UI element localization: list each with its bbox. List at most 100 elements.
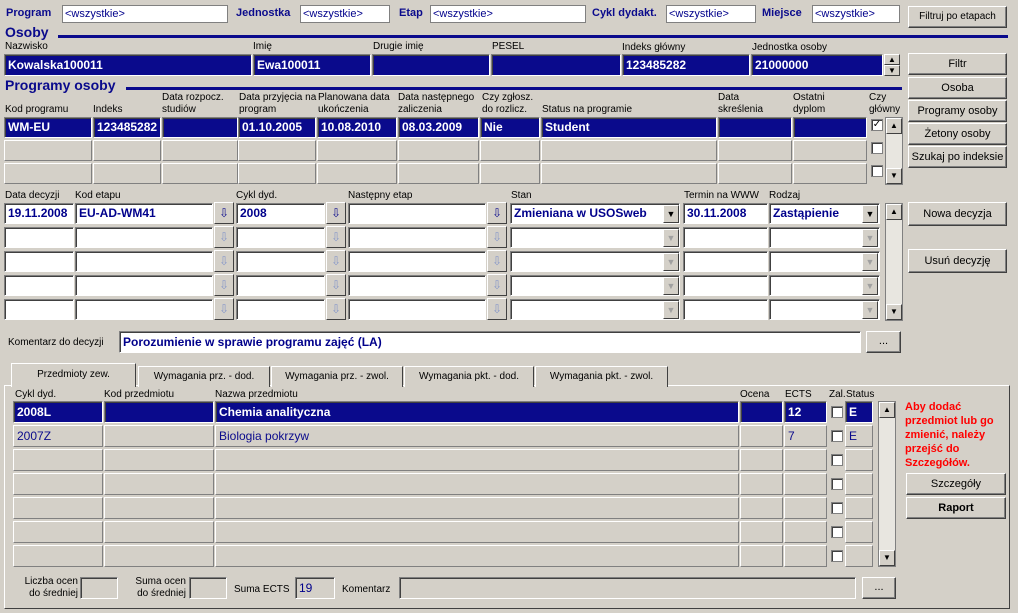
przedm-empty-cell[interactable]: [104, 449, 214, 471]
przedm-empty-cell[interactable]: [740, 521, 783, 543]
przedm-empty-cell[interactable]: [740, 497, 783, 519]
chevron-down-icon[interactable]: ▼: [663, 205, 679, 223]
programy-osoby-button[interactable]: Programy osoby: [908, 100, 1007, 122]
download-icon[interactable]: ⇩: [326, 274, 346, 296]
przedm-empty-cell[interactable]: [215, 521, 739, 543]
dec-empty-cell[interactable]: [4, 227, 74, 248]
dec-empty-cell[interactable]: [510, 251, 680, 272]
prog-empty-cell[interactable]: [4, 140, 92, 161]
footer-komentarz-more-button[interactable]: ...: [862, 577, 896, 599]
dec-empty-cell[interactable]: [510, 227, 680, 248]
download-icon[interactable]: ⇩: [487, 250, 507, 272]
przedm-empty-cell[interactable]: [13, 521, 103, 543]
dec-empty-cell[interactable]: [348, 299, 486, 320]
przedm-empty-cell[interactable]: [845, 521, 873, 543]
prog-empty-cell[interactable]: [238, 163, 316, 184]
przedm-empty-cell[interactable]: [784, 473, 827, 495]
prog-empty-cell[interactable]: [793, 140, 867, 161]
przedm-cell-nazwa[interactable]: Chemia analityczna: [215, 401, 739, 423]
przedm-empty-cell[interactable]: [13, 449, 103, 471]
osoby-spinner[interactable]: ▲ ▼: [884, 54, 901, 76]
przedm-zal-checkbox[interactable]: [831, 454, 843, 466]
dec-empty-cell[interactable]: [683, 227, 768, 248]
prog-cell-indeks[interactable]: 123485282: [93, 117, 161, 138]
przedm-empty-cell[interactable]: [740, 473, 783, 495]
indeks-glowny-field[interactable]: 123485282: [622, 54, 750, 76]
pesel-field[interactable]: [491, 54, 621, 76]
tab-wymagania-prz-zwol[interactable]: Wymagania prz. - zwol.: [271, 366, 403, 387]
przedm-empty-cell[interactable]: [845, 449, 873, 471]
przedm-empty-cell[interactable]: [215, 545, 739, 567]
chevron-down-icon[interactable]: ▼: [862, 205, 878, 223]
przedm-zal-checkbox[interactable]: [831, 550, 843, 562]
komentarz-decyzji-field[interactable]: Porozumienie w sprawie programu zajęć (L…: [119, 331, 861, 353]
download-icon[interactable]: ⇩: [487, 226, 507, 248]
przedm-empty-cell[interactable]: [784, 497, 827, 519]
przedm-empty-cell[interactable]: [13, 545, 103, 567]
etap-filter-field[interactable]: <wszystkie>: [430, 5, 586, 23]
dec-empty-cell[interactable]: [75, 275, 213, 296]
prog-empty-cell[interactable]: [480, 163, 540, 184]
prog-empty-cell[interactable]: [480, 140, 540, 161]
prog-glowny-checkbox[interactable]: [871, 142, 883, 154]
prog-empty-cell[interactable]: [238, 140, 316, 161]
dec-cell-termin[interactable]: 30.11.2008: [683, 203, 768, 224]
dec-empty-cell[interactable]: [4, 299, 74, 320]
przedm-empty-cell[interactable]: [845, 473, 873, 495]
osoba-button[interactable]: Osoba: [908, 77, 1007, 99]
scroll-down-icon[interactable]: ▼: [879, 550, 895, 566]
szukaj-po-indeksie-button[interactable]: Szukaj po indeksie: [908, 146, 1007, 168]
prog-cell-kod[interactable]: WM-EU: [4, 117, 92, 138]
download-icon[interactable]: ⇩: [326, 298, 346, 320]
przedm-cell-nazwa[interactable]: Biologia pokrzyw: [215, 425, 739, 447]
przedm-zal-checkbox[interactable]: [831, 502, 843, 514]
przedm-cell-ects[interactable]: 12: [784, 401, 827, 423]
prog-empty-cell[interactable]: [398, 140, 479, 161]
download-icon[interactable]: ⇩: [326, 250, 346, 272]
scroll-up-icon[interactable]: ▲: [886, 118, 902, 134]
program-filter-field[interactable]: <wszystkie>: [62, 5, 228, 23]
przedm-empty-cell[interactable]: [784, 449, 827, 471]
download-icon[interactable]: ⇩: [214, 226, 234, 248]
dec-empty-cell[interactable]: [510, 275, 680, 296]
prog-glowny-checkbox[interactable]: ✓: [871, 119, 883, 131]
dec-cell-stan[interactable]: Zmieniana w USOSweb: [510, 203, 680, 224]
prog-cell-status[interactable]: Student: [541, 117, 717, 138]
prog-empty-cell[interactable]: [718, 140, 792, 161]
dec-empty-cell[interactable]: [75, 227, 213, 248]
przedm-cell-ects[interactable]: 7: [784, 425, 827, 447]
usun-decyzje-button[interactable]: Usuń decyzję: [908, 249, 1007, 273]
dec-empty-cell[interactable]: [348, 251, 486, 272]
scroll-down-icon[interactable]: ▼: [886, 304, 902, 320]
download-icon[interactable]: ⇩: [487, 202, 507, 224]
chevron-down-icon[interactable]: ▼: [663, 229, 679, 247]
dec-empty-cell[interactable]: [236, 299, 325, 320]
dec-empty-cell[interactable]: [75, 251, 213, 272]
dec-empty-cell[interactable]: [683, 299, 768, 320]
dec-empty-cell[interactable]: [236, 227, 325, 248]
przedm-cell-status[interactable]: E: [845, 401, 873, 423]
dec-cell-kod[interactable]: EU-AD-WM41: [75, 203, 213, 224]
przedm-zal-checkbox[interactable]: [831, 406, 843, 418]
przedm-empty-cell[interactable]: [740, 545, 783, 567]
przedm-zal-checkbox[interactable]: [831, 526, 843, 538]
przedm-empty-cell[interactable]: [104, 521, 214, 543]
chevron-down-icon[interactable]: ▼: [862, 301, 878, 319]
filtruj-po-etapach-button[interactable]: Filtruj po etapach: [908, 6, 1007, 28]
dec-cell-cykl[interactable]: 2008: [236, 203, 325, 224]
download-icon[interactable]: ⇩: [326, 202, 346, 224]
prog-cell-plan[interactable]: 10.08.2010: [317, 117, 397, 138]
przedm-cell-cykl[interactable]: 2008L: [13, 401, 103, 423]
dec-empty-cell[interactable]: [236, 275, 325, 296]
nazwisko-field[interactable]: Kowalska100011: [4, 54, 252, 76]
prog-empty-cell[interactable]: [317, 163, 397, 184]
prog-cell-skresl[interactable]: [718, 117, 792, 138]
przedm-empty-cell[interactable]: [215, 497, 739, 519]
szczegoly-button[interactable]: Szczegóły: [906, 473, 1006, 495]
chevron-down-icon[interactable]: ▼: [663, 301, 679, 319]
komentarz-more-button[interactable]: ...: [866, 331, 901, 353]
przedm-empty-cell[interactable]: [104, 497, 214, 519]
przedm-empty-cell[interactable]: [784, 521, 827, 543]
przedmioty-scrollbar[interactable]: ▲ ▼: [878, 401, 896, 567]
dec-empty-cell[interactable]: [348, 227, 486, 248]
